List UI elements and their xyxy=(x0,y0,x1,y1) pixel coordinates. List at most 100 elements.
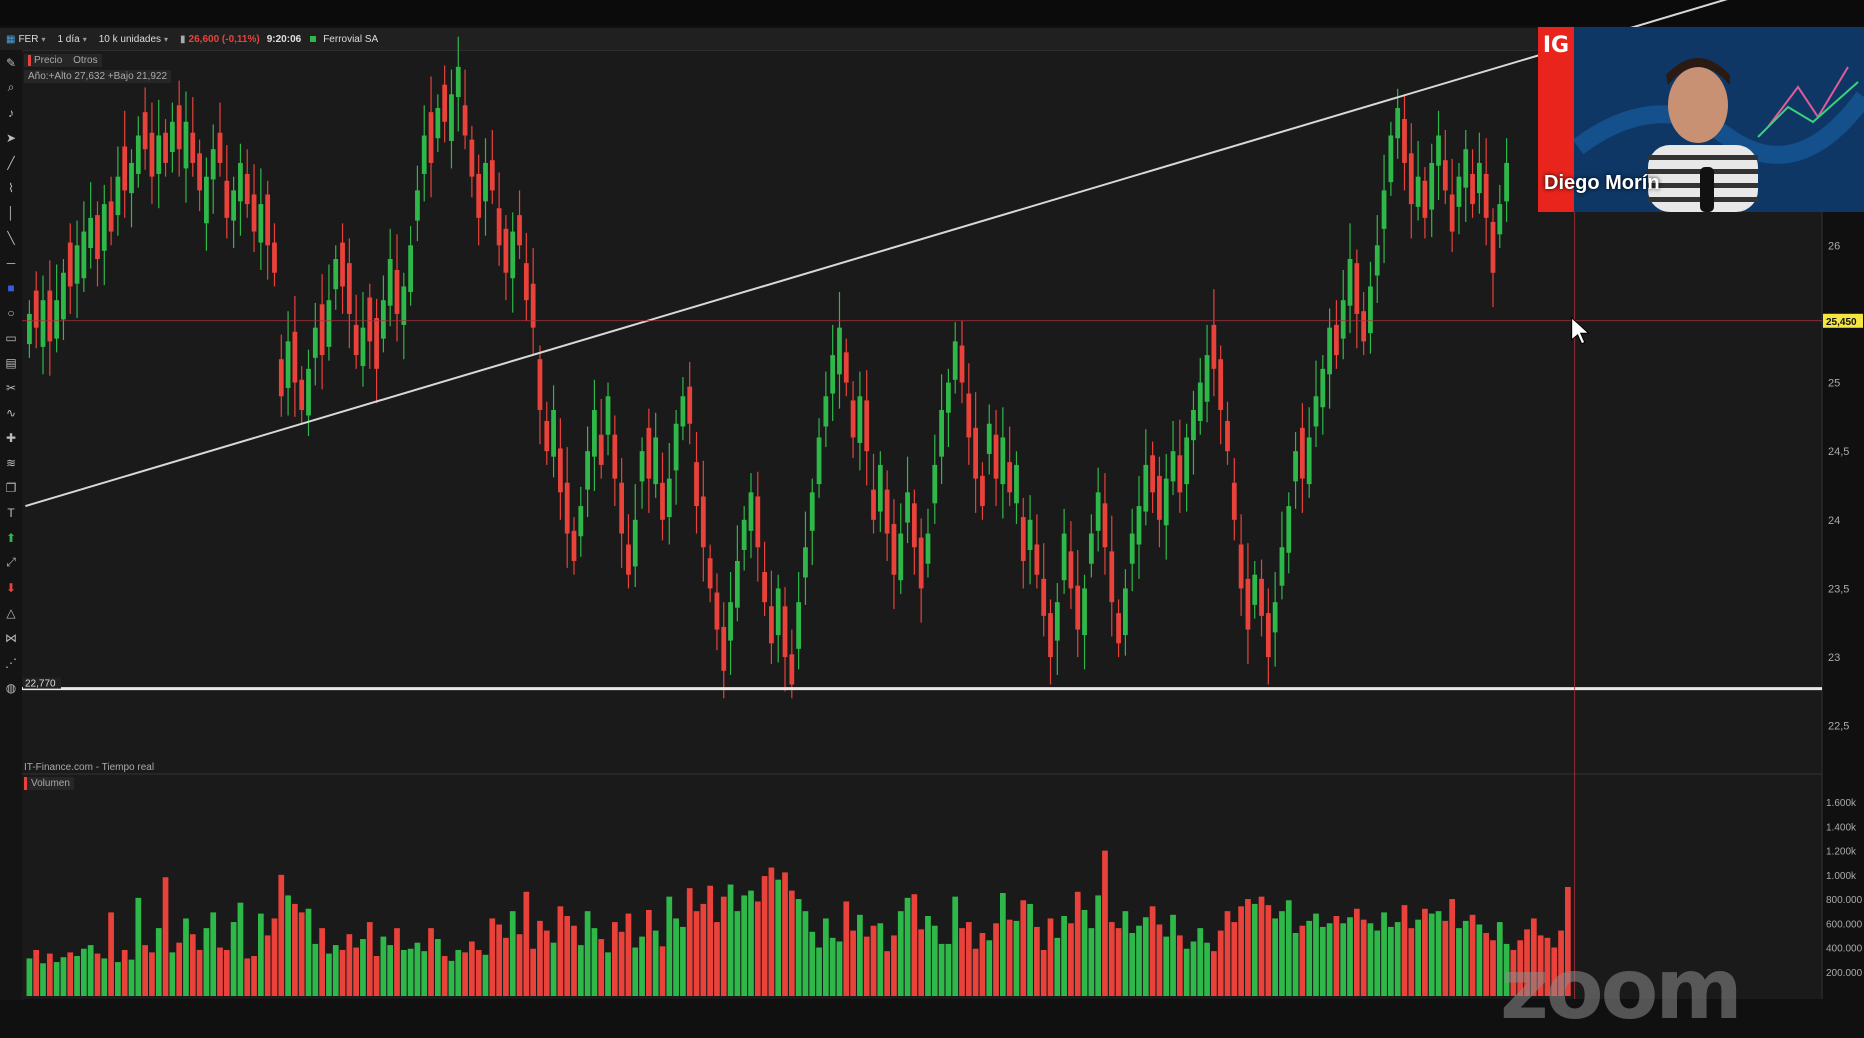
candle-body xyxy=(980,475,985,507)
candle-body xyxy=(898,533,904,581)
volume-bar xyxy=(1476,924,1483,996)
tab-otros[interactable]: Otros xyxy=(73,55,97,66)
candle-body xyxy=(47,290,53,342)
candle-body xyxy=(1286,506,1292,553)
candle-body xyxy=(1436,135,1441,166)
candle-body xyxy=(741,519,747,550)
candle-body xyxy=(1272,602,1278,633)
volume-bar xyxy=(564,916,571,996)
candle-body xyxy=(1429,162,1435,210)
year-stats: Año:+Alto 27,632 +Bajo 21,922 xyxy=(24,70,172,83)
volume-bar xyxy=(1435,911,1442,996)
candle-body xyxy=(707,558,713,589)
volume-bar xyxy=(1231,922,1238,996)
candle-body xyxy=(1163,478,1169,526)
volume-bar xyxy=(1095,895,1102,996)
candle-body xyxy=(40,300,46,347)
volume-bar xyxy=(1279,911,1285,996)
volume-bar xyxy=(1142,917,1149,996)
volume-bar xyxy=(1074,891,1081,996)
volume-bar xyxy=(686,888,693,996)
candle-body xyxy=(843,352,849,383)
candle-body xyxy=(1381,190,1387,229)
candle-body xyxy=(1184,437,1190,485)
candle-body xyxy=(537,359,543,410)
candle-body xyxy=(939,410,944,457)
volume-bar xyxy=(503,937,509,996)
volume-bar xyxy=(836,941,843,996)
candle-body xyxy=(1170,451,1176,482)
candle-body xyxy=(1395,108,1401,139)
candle-body xyxy=(578,506,584,537)
candle-body xyxy=(326,300,332,347)
candle-body xyxy=(762,571,767,603)
candle-body xyxy=(1402,119,1407,163)
volume-bar xyxy=(850,930,856,996)
volume-bar xyxy=(1347,917,1353,996)
candle-body xyxy=(1463,149,1469,188)
volume-bar xyxy=(748,890,754,996)
candle-body xyxy=(1088,533,1094,564)
volume-bar xyxy=(1040,949,1047,996)
candle-body xyxy=(925,533,931,564)
volume-bar xyxy=(1285,900,1292,996)
candle-body xyxy=(871,489,876,520)
candle-body xyxy=(1252,574,1258,605)
volume-bar xyxy=(959,928,965,996)
volume-bar xyxy=(972,948,979,996)
candle-body xyxy=(1095,492,1101,531)
volume-bar xyxy=(768,867,775,996)
candle-body xyxy=(734,560,740,608)
volume-bar xyxy=(210,912,217,996)
volume-bar xyxy=(537,920,543,996)
volume-bar xyxy=(101,958,108,996)
volume-bar xyxy=(81,948,87,996)
volume-bar xyxy=(1156,924,1163,996)
candle-body xyxy=(299,379,305,410)
volume-bar xyxy=(162,877,169,996)
volume-bar xyxy=(319,928,325,996)
candle-body xyxy=(755,496,761,548)
volume-bar xyxy=(169,952,176,996)
price-tick-label: 23 xyxy=(1828,652,1840,664)
candle-body xyxy=(142,112,148,150)
volume-bar xyxy=(625,913,632,996)
candle-body xyxy=(782,606,788,658)
ig-logo: IG xyxy=(1542,32,1570,58)
candle-body xyxy=(523,263,529,301)
volume-bar xyxy=(938,943,945,996)
volume-bar xyxy=(1462,920,1469,996)
volume-bar xyxy=(1483,932,1490,996)
volume-bar xyxy=(455,949,462,996)
volume-bar xyxy=(734,911,741,996)
tab-precio[interactable]: Precio xyxy=(28,55,63,66)
volume-bar xyxy=(795,899,802,996)
volume-bar xyxy=(469,941,475,996)
volume-bar xyxy=(530,948,537,996)
candle-body xyxy=(1354,263,1360,314)
candle-body xyxy=(1265,613,1271,658)
candle-body xyxy=(1320,368,1326,408)
volume-bar xyxy=(1428,913,1435,996)
candle-body xyxy=(67,242,73,287)
candle-body xyxy=(823,396,829,427)
candle-body xyxy=(176,105,182,150)
candle-body xyxy=(238,162,243,202)
candle-body xyxy=(993,434,999,479)
volume-bar xyxy=(1183,948,1190,996)
candle-body xyxy=(435,108,441,139)
candle-body xyxy=(476,173,482,218)
level-tag: 22,770 xyxy=(25,679,56,690)
volume-tick-label: 800.000 xyxy=(1826,895,1863,906)
candle-body xyxy=(1504,162,1509,202)
candle-body xyxy=(748,492,754,531)
candle-body xyxy=(1306,437,1312,485)
candle-body xyxy=(33,290,39,328)
volume-bar xyxy=(115,962,121,996)
volume-bar xyxy=(1204,942,1210,996)
candle-body xyxy=(1293,451,1298,482)
volume-bar xyxy=(366,922,373,996)
volume-bar xyxy=(1245,899,1251,996)
candle-body xyxy=(455,66,461,98)
candle-body xyxy=(278,359,284,397)
